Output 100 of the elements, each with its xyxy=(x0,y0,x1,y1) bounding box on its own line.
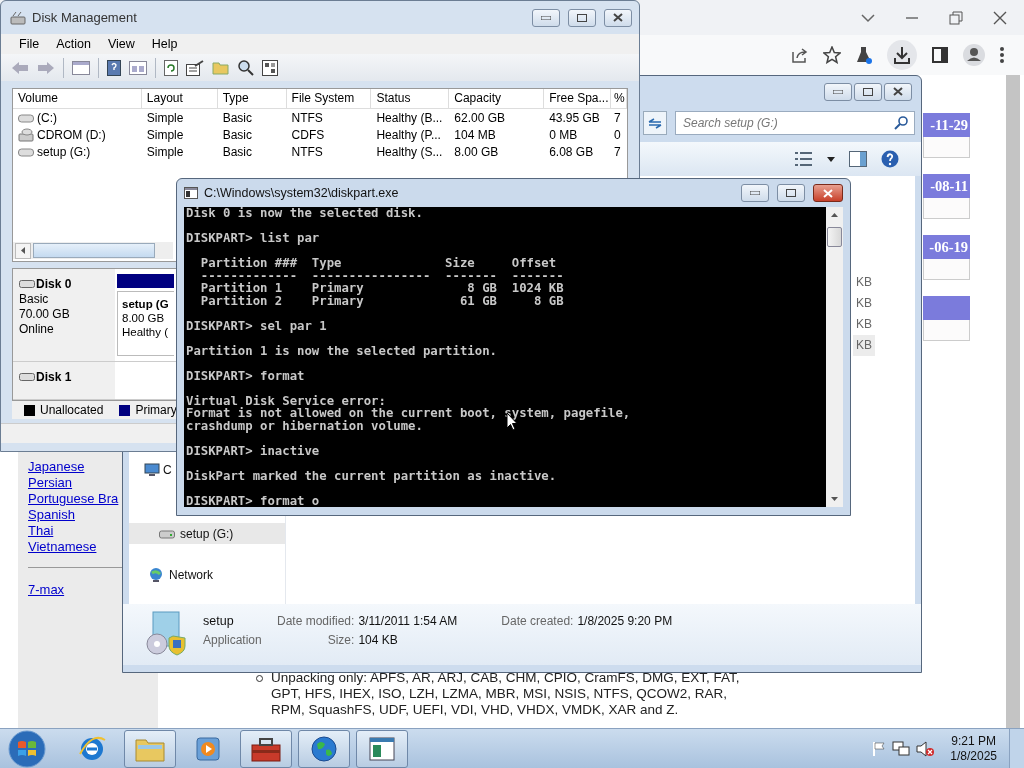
disk-name: Disk 0 xyxy=(36,277,72,291)
language-link[interactable]: Japanese xyxy=(28,459,85,475)
search-field[interactable]: Search setup (G:) xyxy=(675,111,915,135)
card-body xyxy=(923,259,970,280)
help-icon[interactable] xyxy=(881,150,899,168)
column-header[interactable]: Type xyxy=(217,89,287,108)
star-icon[interactable] xyxy=(823,46,841,64)
maximize-button[interactable] xyxy=(568,8,596,27)
menu-item[interactable]: Help xyxy=(143,37,187,51)
nav-item[interactable]: C xyxy=(129,459,174,480)
language-link[interactable]: Portuguese Bra xyxy=(28,491,119,507)
table-cell: 62.00 GB xyxy=(454,110,505,125)
vertical-scrollbar[interactable] xyxy=(826,207,843,507)
legend-label: Unallocated xyxy=(40,403,104,417)
detail-label: Date created: xyxy=(501,614,574,628)
table-cell: 7 xyxy=(614,110,621,125)
speaker-muted-icon[interactable] xyxy=(916,740,935,757)
maximize-icon xyxy=(786,189,796,197)
table-cell: Basic xyxy=(222,144,252,159)
close-button[interactable] xyxy=(884,82,912,101)
card-header xyxy=(923,296,970,320)
maximize-button[interactable] xyxy=(854,82,882,101)
caret-down-icon[interactable] xyxy=(827,156,835,162)
table-cell: Simple xyxy=(146,110,184,125)
partition-bar xyxy=(117,274,174,288)
scroll-down-icon[interactable] xyxy=(831,497,838,501)
minimize-icon xyxy=(541,15,551,20)
view-options-icon[interactable] xyxy=(795,151,813,167)
window-icon xyxy=(368,735,396,762)
language-link[interactable]: Thai xyxy=(28,523,54,539)
horizontal-scrollbar[interactable] xyxy=(13,242,173,259)
console-tree-icon[interactable] xyxy=(72,60,90,75)
nav-item[interactable]: setup (G:) xyxy=(129,523,285,544)
column-header[interactable]: Layout xyxy=(141,89,218,108)
column-header[interactable]: Volume xyxy=(13,89,142,108)
scroll-thumb[interactable] xyxy=(33,243,155,258)
menu-item[interactable]: File xyxy=(11,37,49,51)
language-link[interactable]: Vietnamese xyxy=(28,539,97,555)
refresh-icon[interactable] xyxy=(164,59,178,76)
taskbar-button[interactable] xyxy=(298,729,350,768)
console-line: Partition 1 is now the selected partition. xyxy=(186,344,497,357)
language-link[interactable]: Spanish xyxy=(28,507,75,523)
taskbar-button[interactable] xyxy=(356,729,408,768)
disk-info: Online xyxy=(19,322,55,336)
menu-item[interactable]: View xyxy=(99,37,144,51)
network-icon[interactable] xyxy=(892,740,911,757)
scroll-left-button[interactable] xyxy=(15,242,31,259)
profile-icon[interactable] xyxy=(963,44,985,66)
close-icon xyxy=(613,13,623,22)
close-icon[interactable] xyxy=(993,10,1007,25)
drive-icon xyxy=(18,146,34,157)
scrollbar[interactable] xyxy=(1006,75,1020,728)
clock-time[interactable]: 9:21 PM xyxy=(951,733,996,749)
language-link[interactable]: Persian xyxy=(28,475,73,491)
refresh-button[interactable] xyxy=(643,111,667,135)
settings-icon[interactable] xyxy=(262,59,278,76)
start-button[interactable] xyxy=(8,729,46,768)
minimize-button[interactable] xyxy=(741,184,769,202)
sidebar-link[interactable]: 7-max xyxy=(28,582,65,598)
partition-box[interactable]: setup (G 8.00 GB Healthy ( xyxy=(117,291,174,357)
side-panel-icon[interactable] xyxy=(931,46,949,64)
taskbar-button[interactable] xyxy=(240,729,292,768)
minimize-icon[interactable] xyxy=(905,15,919,20)
detail-label: Size: xyxy=(326,633,355,647)
column-header[interactable]: % xyxy=(611,89,627,108)
date-header: -08-11 xyxy=(923,174,970,198)
share-icon[interactable] xyxy=(791,46,809,64)
close-button[interactable] xyxy=(813,184,843,202)
download-button[interactable] xyxy=(887,40,917,70)
table-cell: Healthy (S... xyxy=(376,144,443,159)
preview-pane-icon[interactable] xyxy=(849,151,867,167)
file-size: KB xyxy=(855,274,873,291)
close-button[interactable] xyxy=(604,8,632,27)
menu-icon[interactable] xyxy=(999,46,1005,64)
table-cell: NTFS xyxy=(291,110,323,125)
restore-icon[interactable] xyxy=(949,10,963,25)
globe-icon xyxy=(309,733,339,764)
help-icon[interactable] xyxy=(107,59,121,76)
column-header[interactable]: Status xyxy=(371,89,450,108)
minimize-button[interactable] xyxy=(532,8,560,27)
table-cell: Simple xyxy=(146,127,184,142)
maximize-icon xyxy=(863,87,873,96)
console-line: DISKPART> sel par 1 xyxy=(186,319,327,332)
clock-date[interactable]: 1/8/2025 xyxy=(950,748,997,764)
detail-value: 1/8/2025 9:20 PM xyxy=(577,614,673,628)
date-header: -11-29 xyxy=(923,113,970,137)
view-icon[interactable] xyxy=(129,60,147,75)
nav-item[interactable]: Network xyxy=(129,564,285,585)
properties-icon[interactable] xyxy=(186,59,204,76)
scroll-up-icon[interactable] xyxy=(831,213,838,217)
menu-item[interactable]: Action xyxy=(48,37,100,51)
flask-icon[interactable] xyxy=(855,46,873,64)
column-header[interactable]: File System xyxy=(286,89,372,108)
scroll-thumb[interactable] xyxy=(827,227,842,247)
magnifier-icon[interactable] xyxy=(238,59,254,76)
maximize-button[interactable] xyxy=(777,184,805,202)
console-icon xyxy=(184,187,198,199)
drive-icon xyxy=(18,112,34,123)
column-header[interactable]: Free Spa... xyxy=(544,89,611,108)
column-header[interactable]: Capacity xyxy=(449,89,545,108)
